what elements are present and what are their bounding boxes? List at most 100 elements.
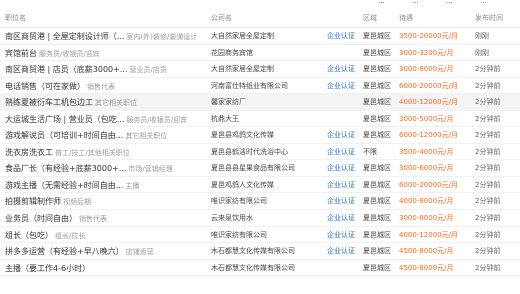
job-title-text[interactable]: 食品厂长（有经验+底薪3000+... [5,164,126,173]
table-header: 职位名 公司名 区域 待遇 发布时间 [0,6,520,28]
job-area: 夏邑城区 [363,32,391,40]
job-title-text[interactable]: 电话销售（可在家做） [5,82,85,91]
job-title-text[interactable]: 南区商贸港 | 全屋定制设计师（... [5,32,124,41]
header-company: 公司名 [211,14,232,22]
company-name-link[interactable]: 木石都慧文化传媒有限公司 [211,264,323,273]
table-row[interactable]: 拼多多运营（有经验+早八晚六） 店铺运营 木石都慧文化传媒有限公司 企业认证 夏邑城区 4… [0,243,520,260]
company-name-link[interactable]: 杭鼎大王 [211,115,323,124]
table-row[interactable]: 主播（要工作4-6小时） 木石都慧文化传媒有限公司 夏邑城区 4500-8000元/月… [0,260,520,277]
company-name-link[interactable]: 唯识家纺有限公司 [211,197,323,206]
post-time: 2分钟前 [475,147,501,156]
job-title-link[interactable]: 组长（包吃） 组长/拉长 [5,231,205,241]
job-category-tag: 视频后期 [63,198,91,207]
company-name-link[interactable]: 夏邑鸡鸽人文化传媒 [211,181,323,190]
post-time: 2分钟前 [475,230,501,239]
job-list-table: 职位名 公司名 区域 待遇 发布时间 南区商贸港 | 全屋定制设计师（... 室内… [0,6,520,277]
job-title-text[interactable]: 游戏解说员（可培训+时间自由... [5,131,123,140]
company-name-link[interactable]: 大自然家居全屋定制 [211,32,323,41]
job-title-link[interactable]: 宾馆前台 服务员/收银员/迎宾 [5,49,205,59]
job-salary: 3500-4000元/月 [399,147,454,156]
job-title-text[interactable]: 拍摄剪辑制作师 [5,197,61,206]
company-name-link[interactable]: 馨家家纺厂 [211,98,323,107]
job-title-link[interactable]: 南区商贸港 | 店员（底薪3000+... 营业员/店员 [5,65,205,75]
company-name-link[interactable]: 夏邑县鹤洁时代洗浴中心 [211,148,323,157]
job-title-link[interactable]: 游戏解说员（可培训+时间自由... 其它相关职位 [5,131,205,141]
job-area: 夏邑城区 [363,65,391,74]
company-name-link[interactable]: 夏邑县鸡鸽文化传媒 [211,131,323,140]
job-title-text[interactable]: 组长（包吃） [5,231,53,240]
company-name-link[interactable]: 夏邑县县星果食品有限公司 [211,164,323,173]
table-row[interactable]: 组长（包吃） 组长/拉长 唯识家纺有限公司 企业认证 夏邑城区 4000-12000元/月… [0,227,520,244]
job-area: 夏邑城区 [363,263,391,272]
job-salary: 3000-3200元/月 [399,48,454,57]
job-title-text[interactable]: 大运城生活广场 | 营业员（包吃... [5,115,124,124]
job-title-text[interactable]: 南区商贸港 | 店员（底薪3000+... [5,65,127,74]
job-title-link[interactable]: 拼多多运营（有经验+早八晚六） 店铺运营 [5,247,205,257]
table-row[interactable]: 业务员（时间自由） 销售代表 云来泉饮用水 企业认证 夏邑城区 3000-8000元/月 2… [0,210,520,227]
job-title-link[interactable]: 主播（要工作4-6小时） [5,264,205,274]
job-area: 夏邑城区 [363,230,391,239]
job-category-tag: 销售代表 [87,82,115,91]
job-title-text[interactable]: 熟练夏被衍车工机包边工 [5,98,93,107]
job-title-link[interactable]: 大运城生活广场 | 营业员（包吃... 服务员/收银员/迎宾 [5,115,205,125]
table-row[interactable]: 熟练夏被衍车工机包边工 其它相关职位 馨家家纺厂 夏邑城区 4000-12000元/月 2… [0,94,520,111]
company-name-link[interactable]: 唯识家纺有限公司 [211,231,323,240]
job-salary: 6000-12000元/月 [399,131,458,140]
job-area: 夏邑城区 [363,114,391,123]
job-title-text[interactable]: 业务员（时间自由） [5,214,77,223]
job-area: 夏邑城区 [363,98,391,107]
job-category-tag: 营业员/店员 [129,66,167,75]
job-title-link[interactable]: 游戏主播（无需经验+时间自由... 主播 [5,181,205,191]
post-time: 2分钟前 [475,131,501,140]
company-name-link[interactable]: 河南富仕特纸业有限公司 [211,82,323,91]
company-cert-badge: 企业认证 [327,197,355,206]
table-row[interactable]: 游戏解说员（可培训+时间自由... 其它相关职位 夏邑县鸡鸽文化传媒 企业认证 夏邑城区… [0,127,520,144]
table-row[interactable]: 电话销售（可在家做） 销售代表 河南富仕特纸业有限公司 企业认证 夏邑城区 6000-20… [0,78,520,95]
job-title-text[interactable]: 游戏主播（无需经验+时间自由... [5,181,123,190]
post-time: 2分钟前 [475,263,501,272]
table-row[interactable]: 游戏主播（无需经验+时间自由... 主播 夏邑鸡鸽人文化传媒 企业认证 夏邑城区 6000… [0,177,520,194]
table-row[interactable]: 南区商贸港 | 全屋定制设计师（... 室内(外)装修/装潢设计 大自然家居全屋定制… [0,28,520,45]
post-time: 2分钟前 [475,65,501,74]
company-cert-badge: 企业认证 [327,164,355,173]
table-row[interactable]: 食品厂长（有经验+底薪3000+... 市场/营销经理 夏邑县县星果食品有限公司 企业… [0,160,520,177]
post-time: 2分钟前 [475,98,501,107]
job-title-text[interactable]: 主播（要工作4-6小时） [5,264,90,273]
table-row[interactable]: 大运城生活广场 | 营业员（包吃... 服务员/收银员/迎宾 杭鼎大王 夏邑城区 300… [0,111,520,128]
job-title-link[interactable]: 食品厂长（有经验+底薪3000+... 市场/营销经理 [5,164,205,174]
job-title-link[interactable]: 拍摄剪辑制作师 视频后期 [5,197,205,207]
job-title-link[interactable]: 洗衣房洗衣工 普工/技工/其他相关职位 [5,148,205,158]
job-title-text[interactable]: 洗衣房洗衣工 [5,148,53,157]
job-category-tag: 组长/拉长 [55,231,86,240]
top-fragment: ... [446,0,453,5]
post-time: 2分钟前 [475,164,501,173]
job-salary: 3000-8000元/月 [399,65,454,74]
company-name-link[interactable]: 花园商务宾馆 [211,49,323,58]
job-title-link[interactable]: 电话销售（可在家做） 销售代表 [5,82,205,92]
job-area: 夏邑城区 [363,214,391,223]
job-salary: 3500-20000元/月 [399,32,458,40]
header-salary: 待遇 [399,14,413,22]
post-time: 2分钟前 [475,81,501,90]
job-title-link[interactable]: 熟练夏被衍车工机包边工 其它相关职位 [5,98,205,108]
post-time: 刚刚 [475,32,489,40]
company-cert-badge: 企业认证 [327,131,355,140]
company-name-link[interactable]: 云来泉饮用水 [211,214,323,223]
table-row[interactable]: 宾馆前台 服务员/收银员/迎宾 花园商务宾馆 夏邑城区 3000-3200元/月 刚刚 [0,45,520,62]
job-title-link[interactable]: 南区商贸港 | 全屋定制设计师（... 室内(外)装修/装潢设计 [5,32,205,42]
job-title-text[interactable]: 拼多多运营（有经验+早八晚六） [5,247,124,256]
top-fragment: ... [378,0,385,5]
company-name-link[interactable]: 大自然家居全屋定制 [211,65,323,74]
company-name-link[interactable]: 木石都慧文化传媒有限公司 [211,247,323,256]
company-cert-badge: 企业认证 [327,32,355,40]
table-row[interactable]: 拍摄剪辑制作师 视频后期 唯识家纺有限公司 企业认证 夏邑城区 4000-8000元/月 2… [0,193,520,211]
job-category-tag: 店铺运营 [125,248,154,257]
job-title-link[interactable]: 业务员（时间自由） 销售代表 [5,214,205,224]
job-category-tag: 普工/技工/其他相关职位 [55,148,130,157]
table-row[interactable]: 洗衣房洗衣工 普工/技工/其他相关职位 夏邑县鹤洁时代洗浴中心 企业认证 不限 3500-… [0,144,520,161]
post-time: 2分钟前 [475,214,501,223]
table-row[interactable]: 南区商贸港 | 店员（底薪3000+... 营业员/店员 大自然家居全屋定制 企业认证… [0,61,520,78]
job-category-tag: 主播 [125,181,140,190]
job-salary: 4000-12000元/月 [399,230,458,239]
job-title-text[interactable]: 宾馆前台 [5,49,37,58]
